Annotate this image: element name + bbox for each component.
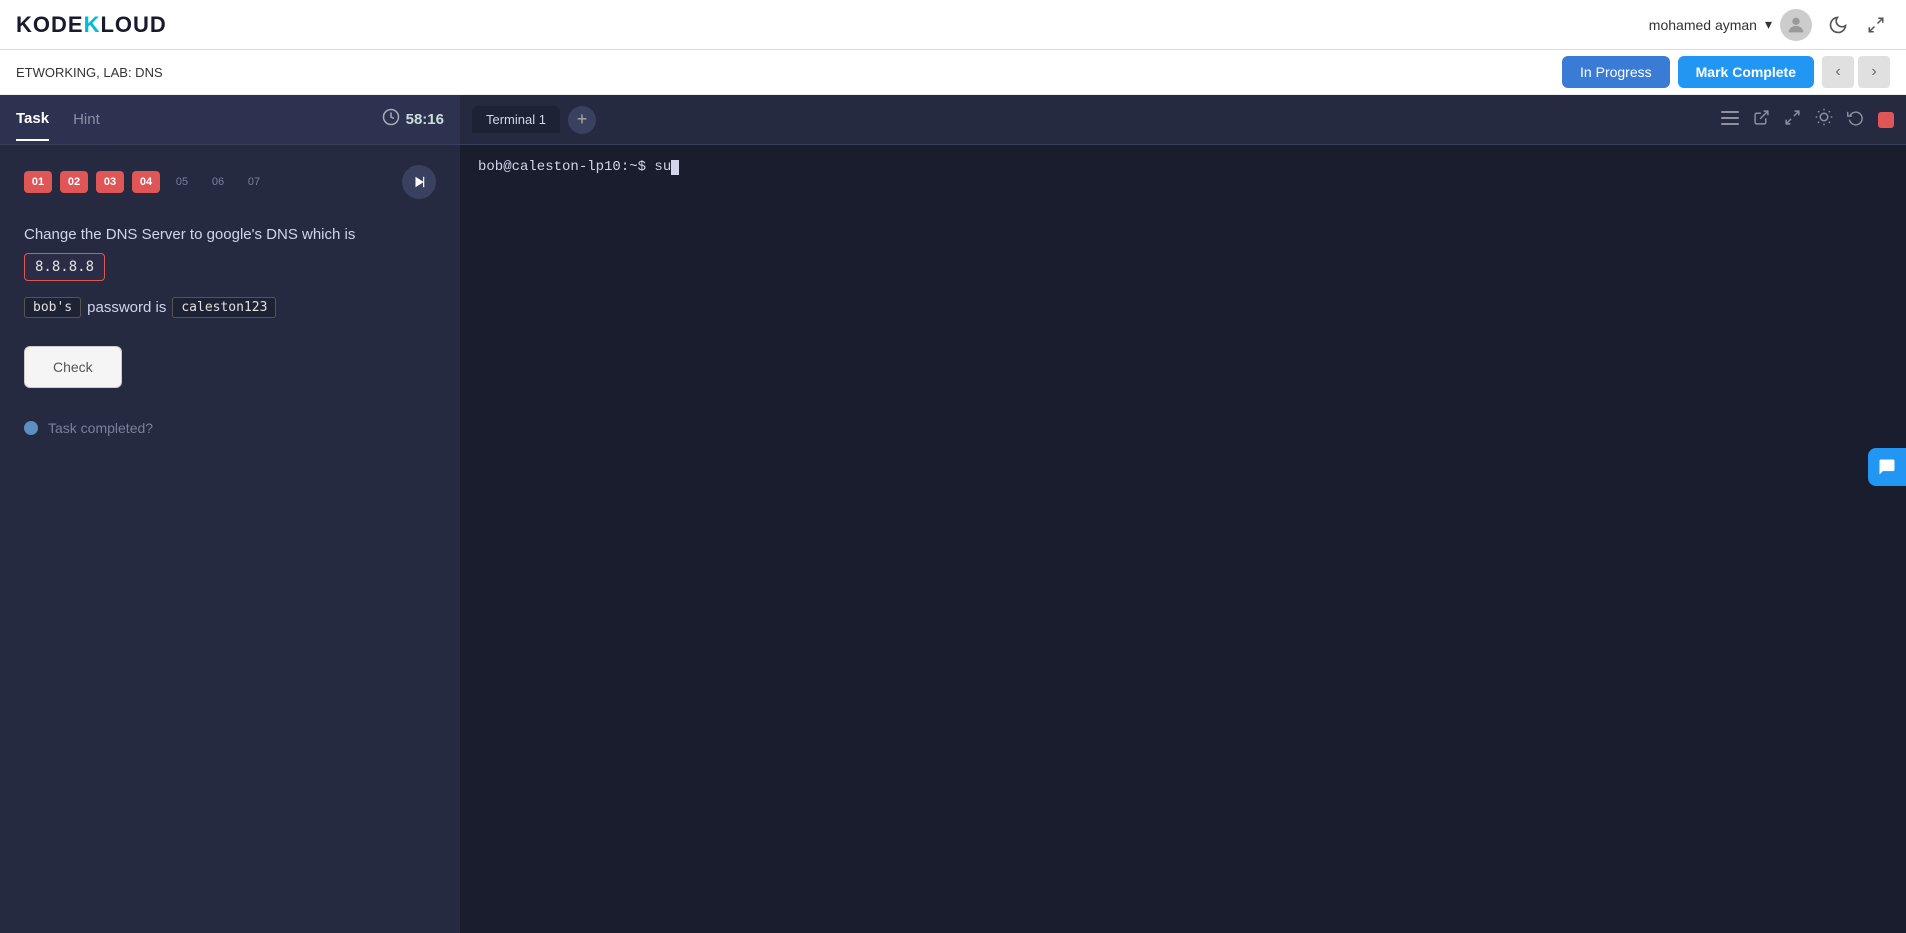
step-01[interactable]: 01 [24,171,52,193]
prev-arrow-button[interactable]: ‹ [1822,56,1854,88]
password-middle-text: password is [87,299,166,316]
header-right: mohamed ayman ▾ [1649,9,1890,41]
terminal-prompt: bob@caleston-lp10:~$ su [478,159,1888,175]
check-button[interactable]: Check [24,346,122,388]
password-value-badge: caleston123 [172,297,276,318]
step-02[interactable]: 02 [60,171,88,193]
avatar [1780,9,1812,41]
step-06[interactable]: 06 [204,171,232,193]
task-completed-row: Task completed? [24,420,436,436]
bob-badge: bob's [24,297,81,318]
user-name: mohamed ayman [1649,17,1757,33]
terminal-prompt-text: bob@caleston-lp10:~$ su [478,159,671,175]
task-description-text: Change the DNS Server to google's DNS wh… [24,226,355,243]
in-progress-button[interactable]: In Progress [1562,56,1670,88]
sub-header: ETWORKING, LAB: DNS In Progress Mark Com… [0,50,1906,95]
step-07[interactable]: 07 [240,171,268,193]
brightness-icon[interactable] [1815,108,1833,131]
breadcrumb: ETWORKING, LAB: DNS [16,65,163,80]
timer-display: 58:16 [406,111,444,128]
timer-icon [382,108,400,131]
terminal-add-icon: + [577,109,588,130]
top-header: KODEKLOUD mohamed ayman ▾ [0,0,1906,50]
terminal-close-button[interactable] [1878,112,1894,128]
step-04[interactable]: 04 [132,171,160,193]
external-link-icon[interactable] [1753,109,1770,131]
left-panel-content: 01 02 03 04 05 06 07 Change the DNS Serv… [0,145,460,933]
step-05[interactable]: 05 [168,171,196,193]
logo: KODEKLOUD [16,12,167,38]
compress-icon[interactable] [1862,11,1890,39]
main-layout: Task Hint 58:16 01 02 03 04 05 06 [0,95,1906,933]
terminal-tab-label: Terminal 1 [486,112,546,127]
task-completed-text: Task completed? [48,420,153,436]
sub-header-actions: In Progress Mark Complete ‹ › [1562,56,1890,88]
header-icons [1824,11,1890,39]
play-button[interactable] [402,165,436,199]
menu-icon[interactable] [1721,109,1739,130]
task-completed-dot [24,421,38,435]
tab-task[interactable]: Task [16,98,49,141]
terminal-body[interactable]: bob@caleston-lp10:~$ su [460,145,1906,933]
next-arrow-button[interactable]: › [1858,56,1890,88]
history-icon[interactable] [1847,109,1864,131]
user-info[interactable]: mohamed ayman ▾ [1649,9,1812,41]
left-panel-header: Task Hint 58:16 [0,95,460,145]
password-info: bob's password is caleston123 [24,297,436,318]
terminal-add-button[interactable]: + [568,106,596,134]
mark-complete-button[interactable]: Mark Complete [1678,56,1814,88]
left-panel: Task Hint 58:16 01 02 03 04 05 06 [0,95,460,933]
dns-badge: 8.8.8.8 [24,253,105,281]
terminal-controls [1721,108,1894,131]
chevron-icon: ▾ [1765,16,1772,33]
chat-bubble-button[interactable] [1868,448,1906,486]
tab-hint[interactable]: Hint [73,99,100,140]
step-03[interactable]: 03 [96,171,124,193]
terminal-cursor [671,160,679,175]
fullscreen-icon[interactable] [1784,109,1801,131]
right-panel: Terminal 1 + [460,95,1906,933]
nav-arrows: ‹ › [1822,56,1890,88]
moon-icon[interactable] [1824,11,1852,39]
terminal-header: Terminal 1 + [460,95,1906,145]
terminal-tab-1[interactable]: Terminal 1 [472,106,560,133]
step-indicators: 01 02 03 04 05 06 07 [24,165,436,199]
logo-text: KODEKLOUD [16,12,167,38]
task-description: Change the DNS Server to google's DNS wh… [24,223,436,281]
timer-section: 58:16 [382,108,444,131]
